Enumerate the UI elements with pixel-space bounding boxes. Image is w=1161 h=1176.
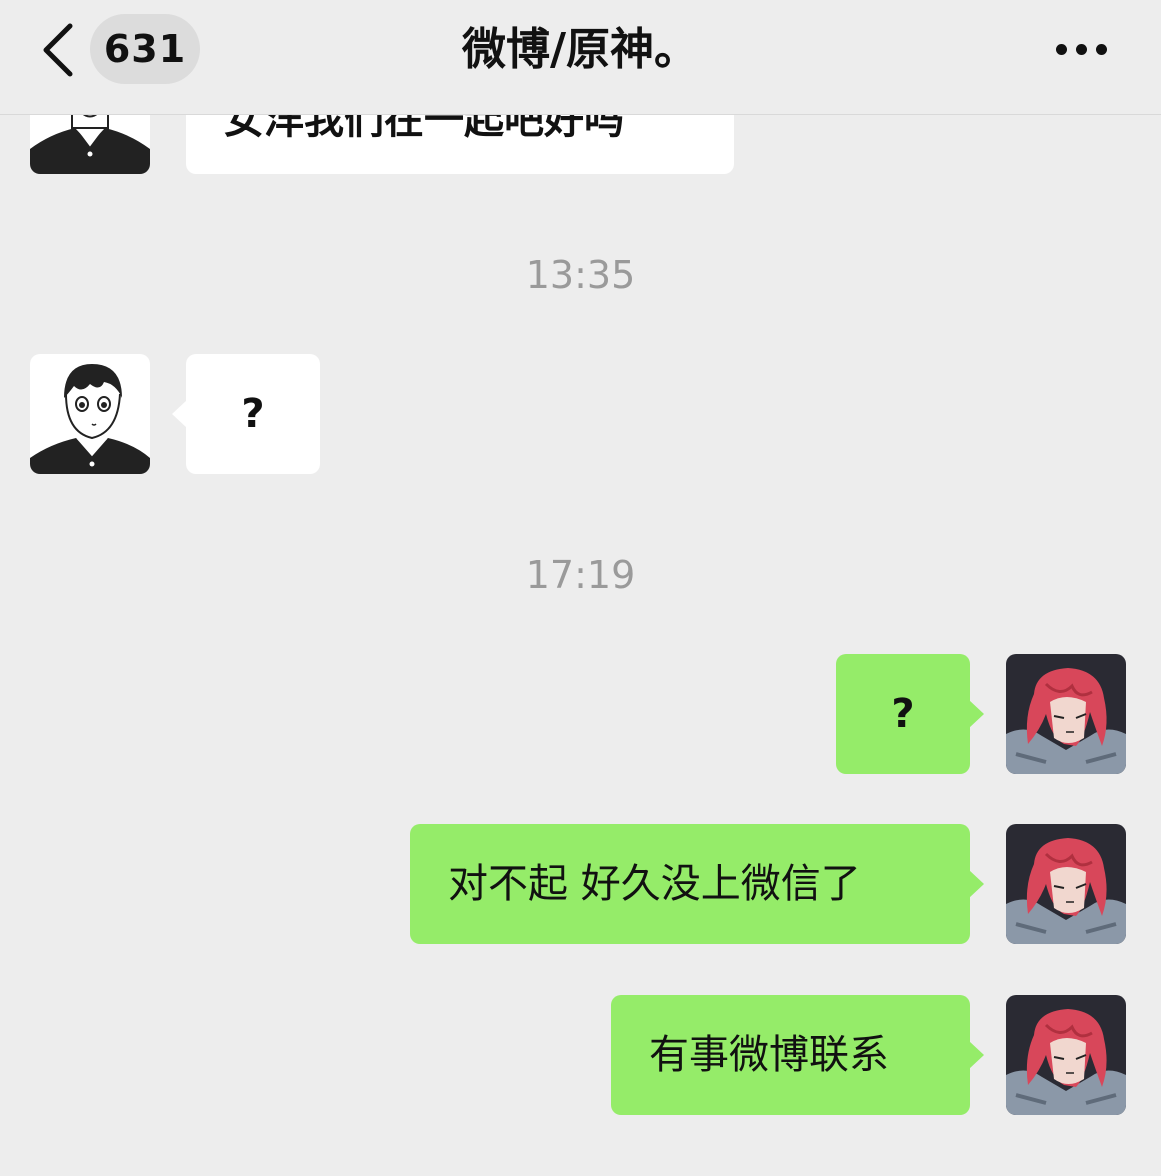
contact-avatar[interactable] xyxy=(30,354,150,474)
message-text: ? xyxy=(891,691,915,737)
back-chevron-icon xyxy=(43,23,73,77)
unread-count-badge[interactable]: 631 xyxy=(90,14,200,84)
message-bubble-outgoing[interactable]: 有事微博联系 xyxy=(611,995,984,1115)
message-text: ? xyxy=(241,391,265,437)
timestamp: 13:35 xyxy=(525,253,636,297)
more-options-button[interactable] xyxy=(1050,30,1114,70)
my-avatar[interactable] xyxy=(1006,995,1126,1115)
timestamp: 17:19 xyxy=(525,553,636,597)
message-text: 有事微博联系 xyxy=(649,1032,889,1078)
chat-header: 631 微博/原神。 xyxy=(0,0,1161,115)
my-avatar[interactable] xyxy=(1006,824,1126,944)
message-text: 对不起 好久没上微信了 xyxy=(448,861,861,907)
message-bubble-outgoing[interactable]: 对不起 好久没上微信了 xyxy=(410,824,984,944)
chat-title: 微博/原神。 xyxy=(461,24,699,75)
my-avatar[interactable] xyxy=(1006,654,1126,774)
back-button[interactable] xyxy=(38,22,84,78)
message-bubble-incoming[interactable]: ? xyxy=(172,354,320,474)
message-bubble-outgoing[interactable]: ? xyxy=(836,654,984,774)
